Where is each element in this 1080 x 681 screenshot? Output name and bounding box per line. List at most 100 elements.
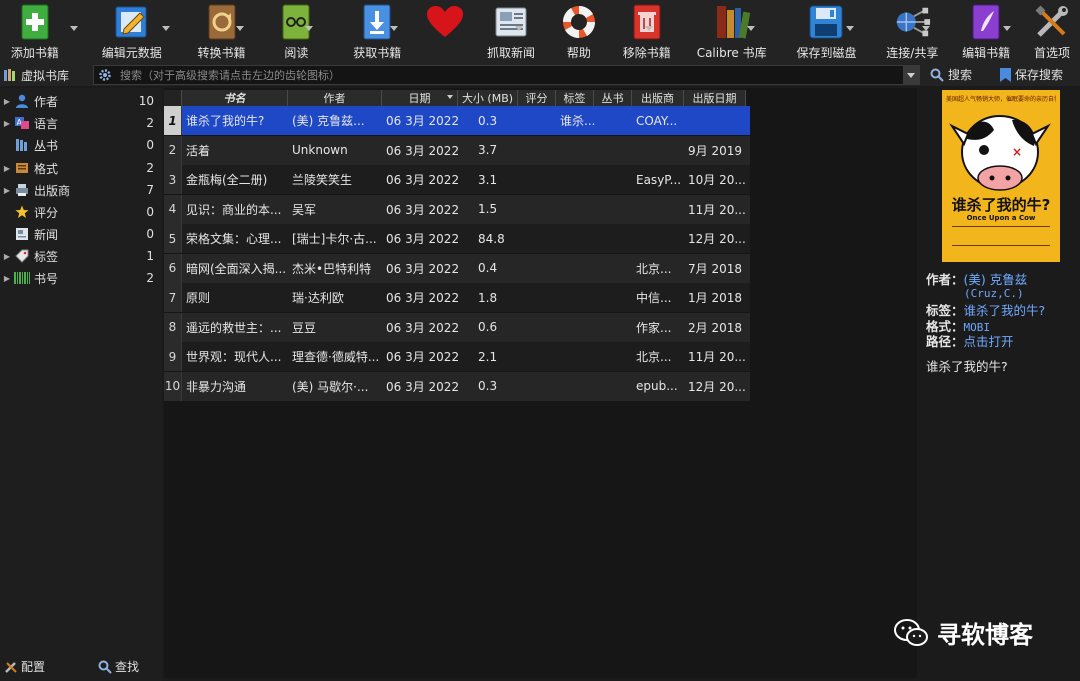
cell-publisher[interactable]: epub...	[632, 372, 684, 401]
help-button[interactable]: 帮助	[557, 0, 601, 64]
cell-size[interactable]: 0.3	[458, 372, 518, 401]
cell-pubdate[interactable]: 1月 2018	[684, 283, 746, 312]
cell-size[interactable]: 84.8	[458, 224, 518, 253]
cell-date[interactable]: 06 3月 2022	[382, 342, 458, 371]
cell-rating[interactable]	[518, 254, 556, 283]
cell-title[interactable]: 荣格文集：心理...	[182, 224, 288, 253]
cell-title[interactable]: 见识：商业的本...	[182, 195, 288, 224]
table-row[interactable]: 7 原则 瑞·达利欧 06 3月 2022 1.8 中信... 1月 2018	[164, 283, 750, 312]
cell-tags[interactable]	[556, 224, 594, 253]
search-button[interactable]: 搜索	[930, 66, 972, 83]
cell-author[interactable]: 杰米•巴特利特	[288, 254, 382, 283]
convert-books-button[interactable]: 转换书籍	[182, 0, 262, 64]
cell-pubdate[interactable]: 12月 20...	[684, 224, 746, 253]
get-books-button[interactable]: 获取书籍	[341, 0, 413, 64]
row-number[interactable]: 4	[164, 194, 182, 224]
cell-size[interactable]: 0.6	[458, 313, 518, 342]
read-book-button[interactable]: 阅读	[273, 0, 319, 64]
read-book-dropdown[interactable]	[305, 26, 313, 31]
cell-series[interactable]	[594, 372, 632, 401]
cell-title[interactable]: 原则	[182, 283, 288, 312]
cell-size[interactable]: 3.1	[458, 165, 518, 194]
get-books-dropdown[interactable]	[390, 26, 398, 31]
column-header-author[interactable]: 作者	[288, 90, 382, 106]
cell-series[interactable]	[594, 254, 632, 283]
calibre-library-dropdown[interactable]	[747, 26, 755, 31]
search-input[interactable]	[116, 66, 903, 84]
cell-rating[interactable]	[518, 195, 556, 224]
table-row[interactable]: 1 谁杀了我的牛? (美) 克鲁兹... 06 3月 2022 0.3 谁杀... COAY…	[164, 106, 750, 135]
cell-pubdate[interactable]: 2月 2018	[684, 313, 746, 342]
cell-tags[interactable]	[556, 372, 594, 401]
tag-category-news[interactable]: 新闻 0	[0, 223, 160, 245]
cell-author[interactable]: (美) 马歇尔·...	[288, 372, 382, 401]
save-to-disk-dropdown[interactable]	[846, 26, 854, 31]
cell-tags[interactable]	[556, 165, 594, 194]
configure-tag-browser-button[interactable]: 配置	[4, 658, 45, 675]
table-row[interactable]: 5 荣格文集：心理... [瑞士]卡尔·古... 06 3月 2022 84.8 12月 …	[164, 224, 750, 253]
expand-arrow-icon[interactable]: ▶	[0, 119, 14, 128]
tag-category-series[interactable]: 丛书 0	[0, 134, 160, 156]
cell-size[interactable]: 2.1	[458, 342, 518, 371]
table-row[interactable]: 2 活着 Unknown 06 3月 2022 3.7 9月 2019	[164, 135, 750, 165]
table-row[interactable]: 3 金瓶梅(全二册) 兰陵笑笑生 06 3月 2022 3.1 EasyP... 10月 2…	[164, 165, 750, 194]
table-row[interactable]: 6 暗网(全面深入揭... 杰米•巴特利特 06 3月 2022 0.4 北京... 7月 …	[164, 253, 750, 283]
remove-books-dropdown[interactable]	[645, 26, 653, 31]
cell-publisher[interactable]	[632, 224, 684, 253]
tag-category-identifiers[interactable]: ▶ 书号 2	[0, 267, 160, 289]
cell-tags[interactable]	[556, 283, 594, 312]
find-in-tags-button[interactable]: 查找	[98, 658, 139, 675]
cell-series[interactable]	[594, 283, 632, 312]
cell-date[interactable]: 06 3月 2022	[382, 254, 458, 283]
cell-title[interactable]: 谁杀了我的牛?	[182, 106, 288, 135]
cell-author[interactable]: 瑞·达利欧	[288, 283, 382, 312]
cell-pubdate[interactable]: 11月 20...	[684, 342, 746, 371]
fetch-news-dropdown[interactable]	[515, 26, 523, 31]
column-header-date[interactable]: 日期	[382, 90, 458, 106]
expand-arrow-icon[interactable]: ▶	[0, 97, 14, 106]
cell-series[interactable]	[594, 313, 632, 342]
cell-date[interactable]: 06 3月 2022	[382, 165, 458, 194]
column-header-tags[interactable]: 标签	[556, 90, 594, 106]
cell-series[interactable]	[594, 136, 632, 165]
cell-date[interactable]: 06 3月 2022	[382, 106, 458, 135]
table-row[interactable]: 10 非暴力沟通 (美) 马歇尔·... 06 3月 2022 0.3 epub... 12…	[164, 371, 750, 401]
edit-metadata-button[interactable]: 编辑元数据	[82, 0, 182, 64]
tag-category-rating[interactable]: 评分 0	[0, 201, 160, 223]
cell-title[interactable]: 活着	[182, 136, 288, 165]
cell-size[interactable]: 1.5	[458, 195, 518, 224]
row-number[interactable]: 9	[164, 342, 182, 371]
table-row[interactable]: 8 遥远的救世主：... 豆豆 06 3月 2022 0.6 作家... 2月 2018	[164, 312, 750, 342]
cell-series[interactable]	[594, 165, 632, 194]
tag-category-authors[interactable]: ▶ 作者 10	[0, 90, 160, 112]
add-books-dropdown[interactable]	[70, 26, 78, 31]
cell-publisher[interactable]: 北京...	[632, 254, 684, 283]
cell-size[interactable]: 0.3	[458, 106, 518, 135]
calibre-library-button[interactable]: Calibre 书库	[691, 0, 773, 64]
row-number[interactable]: 10	[164, 371, 182, 401]
cell-publisher[interactable]: 作家...	[632, 313, 684, 342]
book-cover-image[interactable]: 美国超人气畅销大师，催眠要命的亲历自传 × 谁杀了我的牛? Once Upon …	[942, 90, 1060, 262]
cell-size[interactable]: 1.8	[458, 283, 518, 312]
cell-size[interactable]: 0.4	[458, 254, 518, 283]
cell-pubdate[interactable]: 10月 20...	[684, 165, 746, 194]
cell-pubdate[interactable]	[684, 106, 746, 135]
edit-metadata-dropdown[interactable]	[162, 26, 170, 31]
connect-share-button[interactable]: 连接/共享	[882, 0, 942, 64]
cell-pubdate[interactable]: 7月 2018	[684, 254, 746, 283]
cell-rating[interactable]	[518, 136, 556, 165]
edit-book-dropdown[interactable]	[1003, 26, 1011, 31]
cell-rating[interactable]	[518, 165, 556, 194]
cell-rating[interactable]	[518, 313, 556, 342]
cell-title[interactable]: 非暴力沟通	[182, 372, 288, 401]
donate-button[interactable]	[423, 0, 467, 64]
fetch-news-button[interactable]: 抓取新闻	[479, 0, 543, 64]
cell-author[interactable]: (美) 克鲁兹...	[288, 106, 382, 135]
cell-tags[interactable]	[556, 342, 594, 371]
cell-rating[interactable]	[518, 106, 556, 135]
cell-series[interactable]	[594, 106, 632, 135]
row-number[interactable]: 3	[164, 165, 182, 194]
save-to-disk-button[interactable]: 保存到磁盘	[785, 0, 869, 64]
cell-author[interactable]: 豆豆	[288, 313, 382, 342]
cell-series[interactable]	[594, 195, 632, 224]
